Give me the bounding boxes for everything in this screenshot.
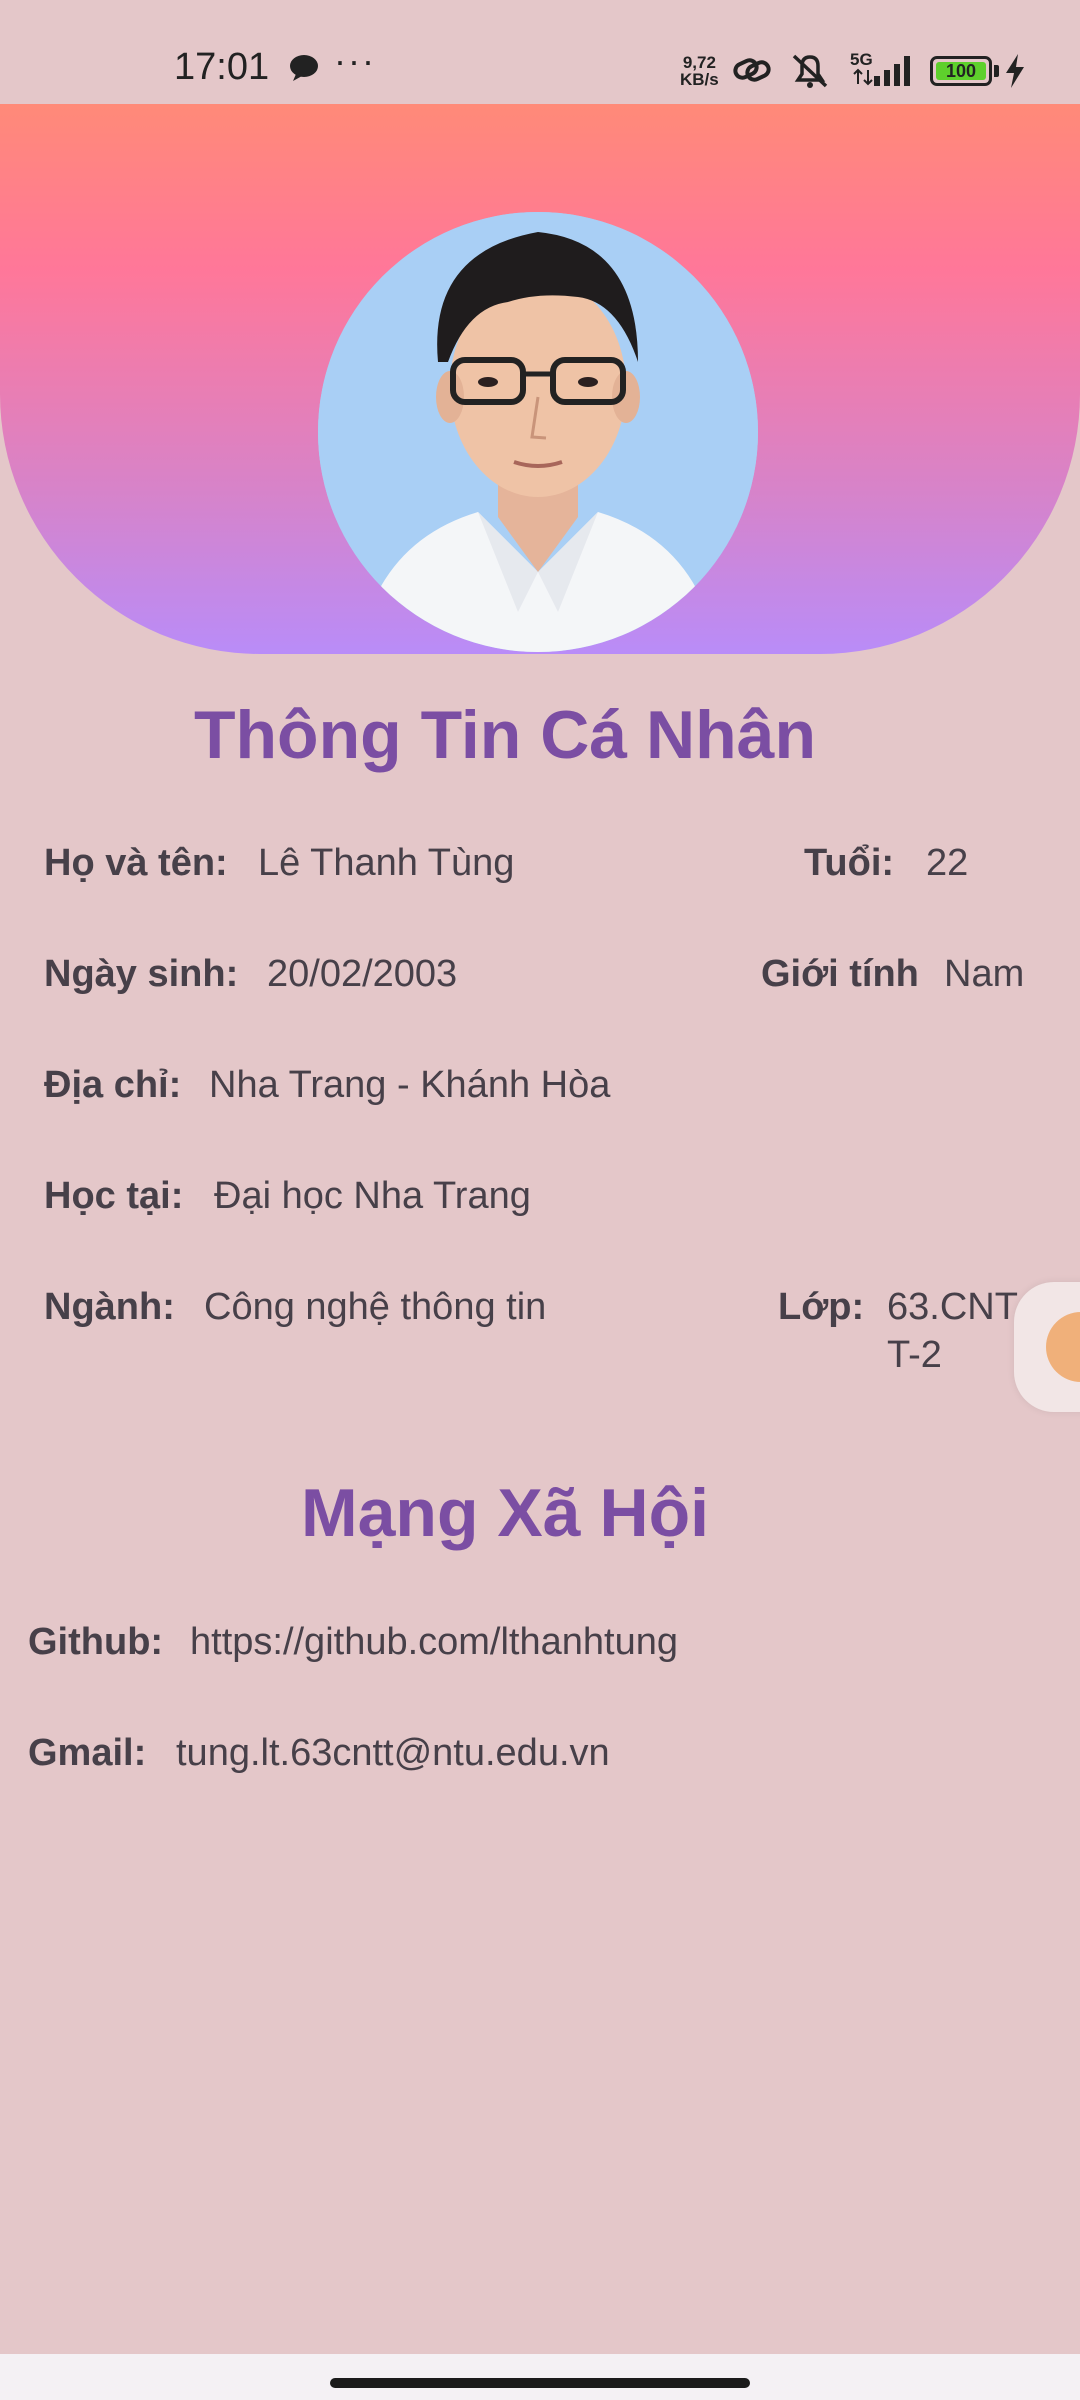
speed-value: 9,72 [682, 53, 716, 72]
signal-icon [853, 56, 910, 86]
class-value-line2: T-2 [887, 1334, 942, 1376]
mute-bell-icon [792, 54, 828, 88]
link-icon [733, 58, 771, 82]
major-value: Công nghệ thông tin [204, 1286, 547, 1328]
dob-label: Ngày sinh: [44, 953, 239, 995]
github-link[interactable]: https://github.com/lthanhtung [190, 1621, 678, 1664]
school-label: Học tại: [44, 1175, 184, 1217]
name-value: Lê Thanh Tùng [258, 842, 515, 884]
address-value: Nha Trang - Khánh Hòa [209, 1064, 611, 1106]
dob-value: 20/02/2003 [267, 953, 458, 995]
gmail-link[interactable]: tung.lt.63cntt@ntu.edu.vn [176, 1732, 610, 1775]
age-value: 22 [926, 842, 969, 884]
gmail-label: Gmail: [28, 1732, 147, 1774]
chat-bubble-icon [290, 55, 318, 81]
gender-value: Nam [944, 953, 1025, 995]
network-speed: 9,72 KB/s [680, 54, 719, 88]
avatar-photo [318, 212, 758, 652]
profile-title: Thông Tin Cá Nhân [193, 697, 817, 773]
battery-tip [994, 65, 999, 77]
status-bar: 17:01 ··· 9,72 KB/s 5G 100 [0, 0, 1080, 104]
class-value-line1: 63.CNT [887, 1286, 1018, 1328]
age-label: Tuổi: [804, 842, 895, 884]
school-value: Đại học Nha Trang [214, 1175, 531, 1217]
major-label: Ngành: [44, 1286, 175, 1328]
gender-label: Giới tính [761, 953, 919, 995]
class-label: Lớp: [778, 1286, 865, 1328]
navigation-bar [0, 2354, 1080, 2400]
battery-level: 100 [936, 62, 986, 80]
address-label: Địa chỉ: [44, 1064, 182, 1106]
battery-icon: 100 [930, 56, 992, 86]
social-title: Mạng Xã Hội [300, 1475, 710, 1551]
github-label: Github: [28, 1621, 164, 1663]
avatar [318, 212, 758, 652]
name-label: Họ và tên: [44, 842, 228, 884]
home-gesture-handle[interactable] [330, 2378, 750, 2388]
more-notifications-icon: ··· [334, 40, 376, 81]
speed-unit: KB/s [680, 70, 719, 89]
charging-icon [1006, 54, 1024, 88]
status-time: 17:01 [174, 46, 270, 88]
